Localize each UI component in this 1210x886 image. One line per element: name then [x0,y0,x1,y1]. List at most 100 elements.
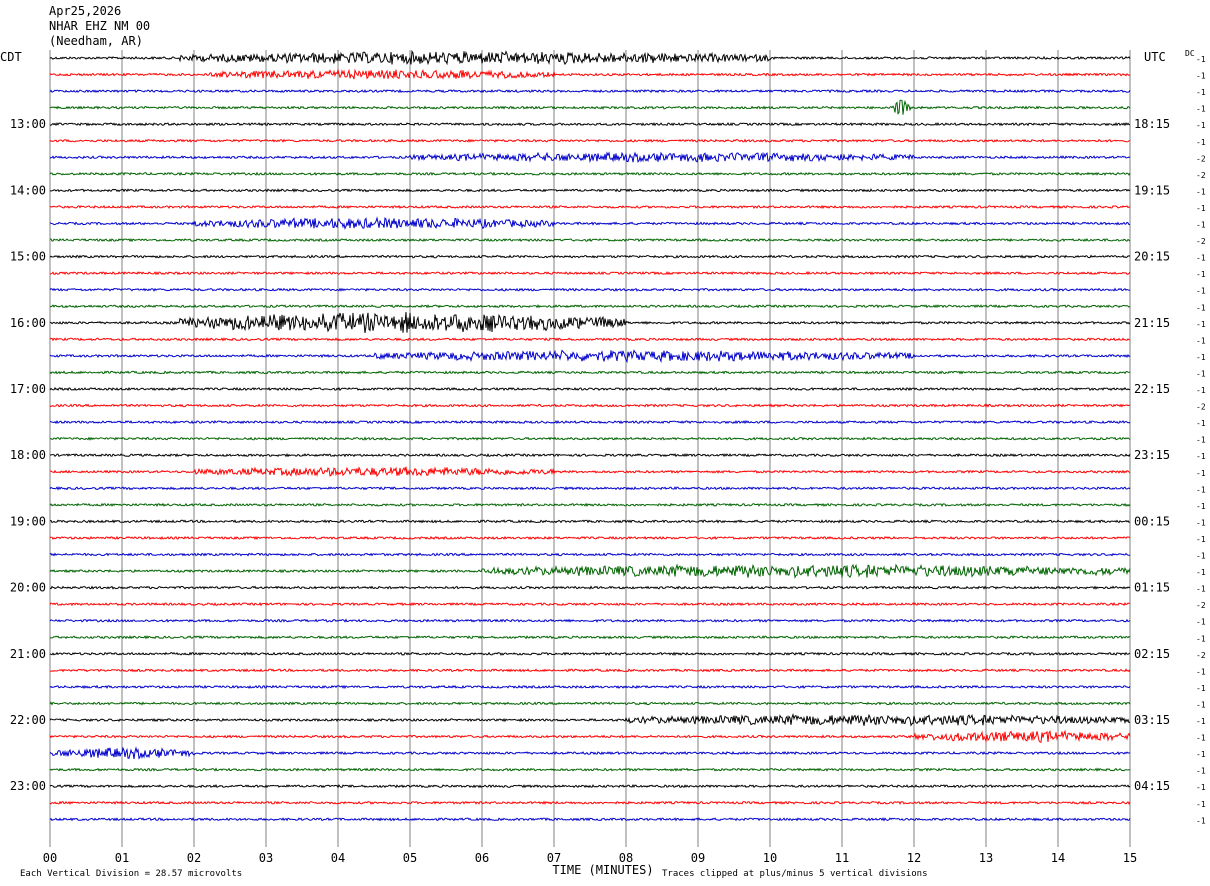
trace-15 [49,304,1131,309]
left-timezone-label: CDT [0,50,22,64]
trace-9 [49,204,1131,210]
trace-43 [49,767,1130,772]
x-tick-label: 14 [1051,851,1065,865]
left-hour-label: 23:00 [10,779,46,793]
dc-offset-label: -1 [1196,88,1206,97]
dc-offset-label: -1 [1196,353,1206,362]
x-tick-label: 00 [43,851,57,865]
right-timezone-label: UTC [1144,50,1166,64]
dc-offset-label: -1 [1196,568,1206,577]
x-tick-label: 15 [1123,851,1137,865]
trace-21 [49,403,1131,408]
right-hour-label: 00:15 [1134,514,1170,528]
x-tick-label: 10 [763,851,777,865]
x-tick-label: 01 [115,851,129,865]
dc-offset-label: -1 [1196,254,1206,263]
trace-4 [49,122,1131,127]
dc-offset-label: -1 [1196,386,1206,395]
trace-30 [49,552,1131,557]
dc-offset-label: -2 [1196,601,1206,610]
dc-offset-label: -1 [1196,684,1206,693]
right-hour-label: 04:15 [1134,779,1170,793]
trace-20 [49,386,1131,392]
x-tick-label: 05 [403,851,417,865]
dc-offset-label: -1 [1196,585,1206,594]
trace-12 [49,254,1131,259]
trace-36 [49,651,1131,657]
trace-1 [49,68,1131,80]
dc-offset-label: -1 [1196,634,1206,643]
x-axis-title: TIME (MINUTES) [552,863,653,877]
clip-note: Traces clipped at plus/minus 5 vertical … [662,869,928,879]
dc-offset-label: -1 [1196,667,1206,676]
dc-offset-label: -2 [1196,403,1206,412]
dc-offset-label: -1 [1196,221,1206,230]
trace-7 [49,171,1131,176]
left-hour-label: 22:00 [10,713,46,727]
x-tick-label: 06 [475,851,489,865]
right-hour-label: 03:15 [1134,713,1170,727]
trace-37 [49,668,1131,673]
trace-3 [49,99,1131,115]
dc-offset-label: -1 [1196,204,1206,213]
dc-offset-label: -1 [1196,436,1206,445]
dc-offset-label: -1 [1196,336,1206,345]
dc-offset-label: -1 [1196,700,1206,709]
trace-16 [49,312,1131,333]
dc-offset-label: -2 [1196,237,1206,246]
trace-33 [49,602,1131,607]
dc-offset-label: -1 [1196,72,1206,81]
right-hour-label: 02:15 [1134,647,1170,661]
trace-27 [49,502,1131,508]
trace-23 [49,436,1131,441]
trace-29 [49,535,1131,541]
trace-13 [49,270,1131,276]
right-hour-label: 20:15 [1134,250,1170,264]
dc-offset-label: -1 [1196,121,1206,130]
right-hour-label: 19:15 [1134,183,1170,197]
trace-10 [49,216,1131,230]
x-tick-label: 12 [907,851,921,865]
dc-offset-label: -1 [1196,369,1206,378]
trace-6 [49,151,1131,164]
dc-offset-label: -1 [1196,187,1206,196]
dc-offset-label: -1 [1196,105,1206,114]
trace-24 [49,453,1131,458]
dc-offset-label: -1 [1196,55,1206,64]
trace-5 [49,138,1131,143]
helicorder-plot: -1 -1 -1 -1 -1 -1 -2 -2 -1 -1 -1 -2 -1 -1 -1 -1 -1 -1 -1 -1… [0,49,1206,879]
trace-45 [49,800,1131,805]
dc-offset-label: -1 [1196,767,1206,776]
left-hour-label: 16:00 [10,316,46,330]
dc-offset-label: -1 [1196,750,1206,759]
trace-8 [49,188,1131,193]
dc-offset-label: -1 [1196,303,1206,312]
trace-11 [49,237,1131,243]
right-hour-label: 22:15 [1134,382,1170,396]
x-tick-label: 09 [691,851,705,865]
trace-39 [49,701,1131,706]
dc-offset-label: -1 [1196,552,1206,561]
x-tick-label: 11 [835,851,849,865]
trace-26 [49,486,1131,491]
dc-offset-label: -1 [1196,469,1206,478]
trace-14 [49,287,1130,292]
dc-offset-label: -1 [1196,734,1206,743]
left-hour-label: 15:00 [10,250,46,264]
trace-35 [49,635,1131,640]
trace-28 [49,519,1131,524]
dc-offset-label: -1 [1196,419,1206,428]
trace-0 [49,49,1131,66]
trace-34 [49,618,1131,623]
x-tick-label: 03 [259,851,273,865]
trace-41 [49,729,1131,743]
trace-38 [49,684,1131,690]
dc-offset-label: -1 [1196,485,1206,494]
dc-offset-label: -1 [1196,138,1206,147]
left-hour-label: 19:00 [10,514,46,528]
dc-offset-label: -1 [1196,452,1206,461]
trace-25 [49,466,1131,478]
dc-offset-label: -1 [1196,717,1206,726]
dc-offset-label: -1 [1196,535,1206,544]
trace-42 [49,746,1131,760]
